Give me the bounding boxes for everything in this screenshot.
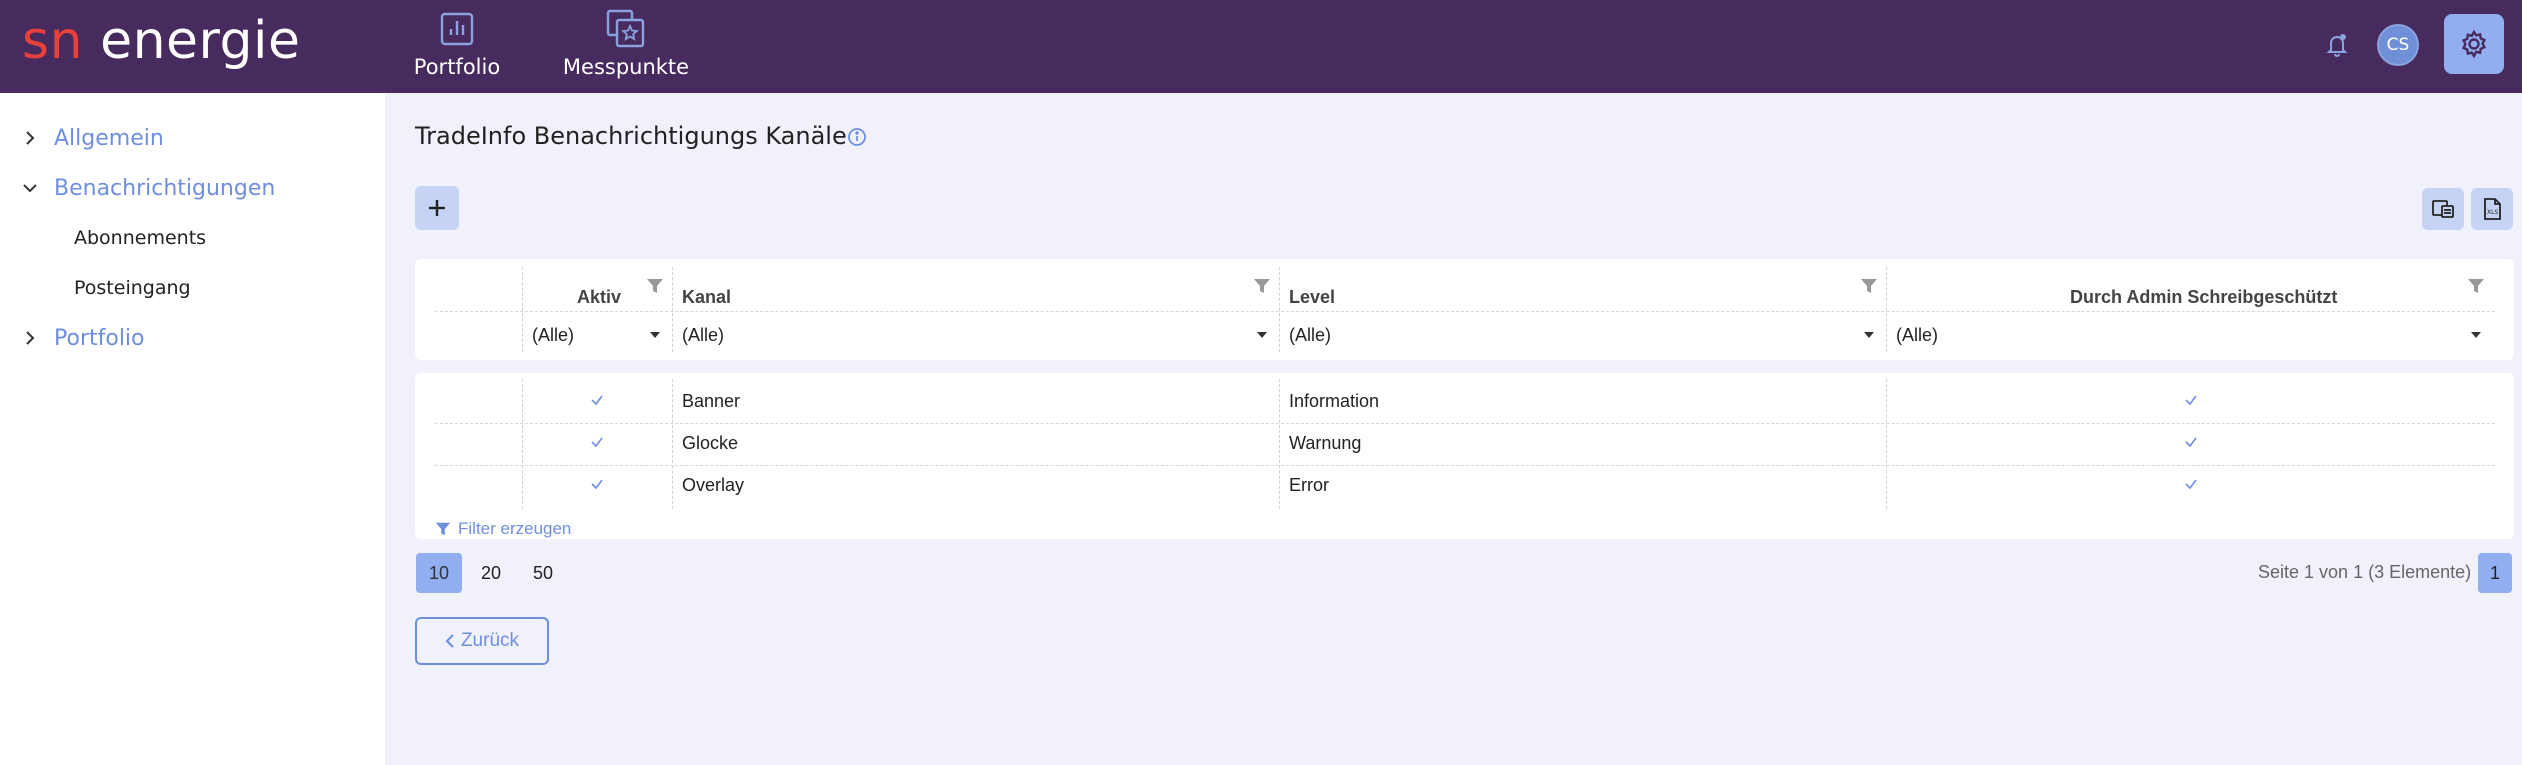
sidebar-item-allgemein[interactable]: Allgemein [0, 118, 164, 158]
plus-icon [429, 200, 445, 216]
chevron-right-icon [20, 328, 40, 348]
logo-name: energie [100, 11, 301, 71]
check-icon [2185, 395, 2197, 406]
grid-body: Banner Information Glocke Warnung Overla… [415, 373, 2514, 539]
column-header-admin[interactable]: Durch Admin Schreibgeschützt [2070, 278, 2337, 316]
check-icon [591, 479, 603, 490]
cell-kanal: Glocke [682, 432, 739, 453]
sidebar-subitem-posteingang[interactable]: Posteingang [74, 277, 191, 299]
cell-kanal: Banner [682, 390, 741, 411]
grid-header: Aktiv Kanal Level Durch Admin Schreibges… [415, 259, 2514, 360]
cell-kanal: Overlay [682, 474, 745, 495]
page-title: TradeInfo Benachrichtigungs Kanäle [415, 122, 847, 150]
add-button[interactable] [415, 186, 459, 230]
create-filter-link[interactable]: Filter erzeugen [434, 519, 571, 539]
nav-messpunkte-label: Messpunkte [562, 55, 690, 79]
info-icon[interactable] [847, 127, 869, 149]
sidebar-subitem-abonnements[interactable]: Abonnements [74, 227, 206, 249]
filter-select-level[interactable]: (Alle) [1289, 321, 1880, 349]
chevron-left-icon [445, 634, 454, 648]
filter-icon[interactable] [2466, 276, 2486, 296]
column-header-level[interactable]: Level [1289, 278, 1335, 316]
filter-select-kanal[interactable]: (Alle) [682, 321, 1273, 349]
pager-info: Seite 1 von 1 (3 Elemente) [2258, 562, 2472, 582]
logo[interactable]: sn energie [22, 8, 300, 74]
back-label: Zurück [460, 630, 520, 651]
nav-portfolio[interactable]: Portfolio [412, 0, 502, 93]
select-value: (Alle) [1896, 324, 1939, 345]
filter-icon[interactable] [1252, 276, 1272, 296]
export-icon [2432, 200, 2454, 218]
avatar[interactable]: CS [2377, 24, 2419, 66]
export-excel-button[interactable] [2422, 188, 2464, 230]
filter-icon[interactable] [1859, 276, 1879, 296]
select-value: (Alle) [1289, 324, 1332, 345]
page-size-20[interactable]: 20 [468, 553, 514, 593]
column-header-kanal[interactable]: Kanal [682, 278, 731, 316]
column-divider [1886, 379, 1887, 509]
row-divider [435, 423, 2495, 424]
page-button-1[interactable]: 1 [2478, 553, 2512, 593]
filter-icon [435, 522, 451, 536]
xls-file-icon: XLS [2484, 198, 2501, 220]
page-size-10[interactable]: 10 [416, 553, 462, 593]
column-divider [522, 267, 523, 352]
page-size-50[interactable]: 50 [520, 553, 566, 593]
sidebar-item-label: Allgemein [54, 125, 164, 151]
caret-down-icon [1257, 332, 1267, 338]
caret-down-icon [1864, 332, 1874, 338]
row-divider [435, 465, 2495, 466]
gear-icon[interactable] [2444, 14, 2504, 74]
column-header-aktiv[interactable]: Aktiv [577, 278, 621, 316]
column-divider [522, 379, 523, 509]
export-xls-button[interactable]: XLS [2471, 188, 2513, 230]
create-filter-label: Filter erzeugen [458, 519, 572, 538]
caret-down-icon [2471, 332, 2481, 338]
chevron-right-icon [20, 128, 40, 148]
svg-text:XLS: XLS [2487, 209, 2498, 216]
check-icon [2185, 479, 2197, 490]
sidebar: Allgemein Benachrichtigungen Abonnements… [0, 93, 385, 765]
caret-down-icon [650, 332, 660, 338]
top-bar: sn energie Portfolio Messpunkte CS [0, 0, 2522, 93]
stacked-star-icon [605, 8, 647, 50]
cell-level: Information [1289, 390, 1380, 411]
sidebar-item-label: Benachrichtigungen [54, 175, 276, 201]
cell-level: Error [1289, 474, 1329, 495]
cell-level: Warnung [1289, 432, 1362, 453]
select-value: (Alle) [682, 324, 725, 345]
check-icon [591, 437, 603, 448]
nav-messpunkte[interactable]: Messpunkte [560, 0, 692, 93]
column-divider [672, 379, 673, 509]
filter-select-admin[interactable]: (Alle) [1896, 321, 2487, 349]
chevron-down-icon [20, 178, 40, 198]
logo-prefix: sn [22, 11, 84, 71]
sidebar-item-label: Portfolio [54, 325, 145, 351]
sidebar-item-benachrichtigungen[interactable]: Benachrichtigungen [0, 168, 275, 208]
back-button[interactable]: Zurück [415, 617, 549, 665]
chart-report-icon [436, 8, 478, 50]
column-divider [1279, 379, 1280, 509]
filter-select-aktiv[interactable]: (Alle) [532, 321, 666, 349]
column-divider [672, 267, 673, 352]
check-icon [2185, 437, 2197, 448]
check-icon [591, 395, 603, 406]
filter-icon[interactable] [645, 276, 665, 296]
sidebar-item-portfolio[interactable]: Portfolio [0, 318, 145, 358]
nav-portfolio-label: Portfolio [413, 55, 501, 79]
select-value: (Alle) [532, 324, 575, 345]
column-divider [1279, 267, 1280, 352]
bell-icon[interactable] [2320, 28, 2354, 62]
column-divider [1886, 267, 1887, 352]
